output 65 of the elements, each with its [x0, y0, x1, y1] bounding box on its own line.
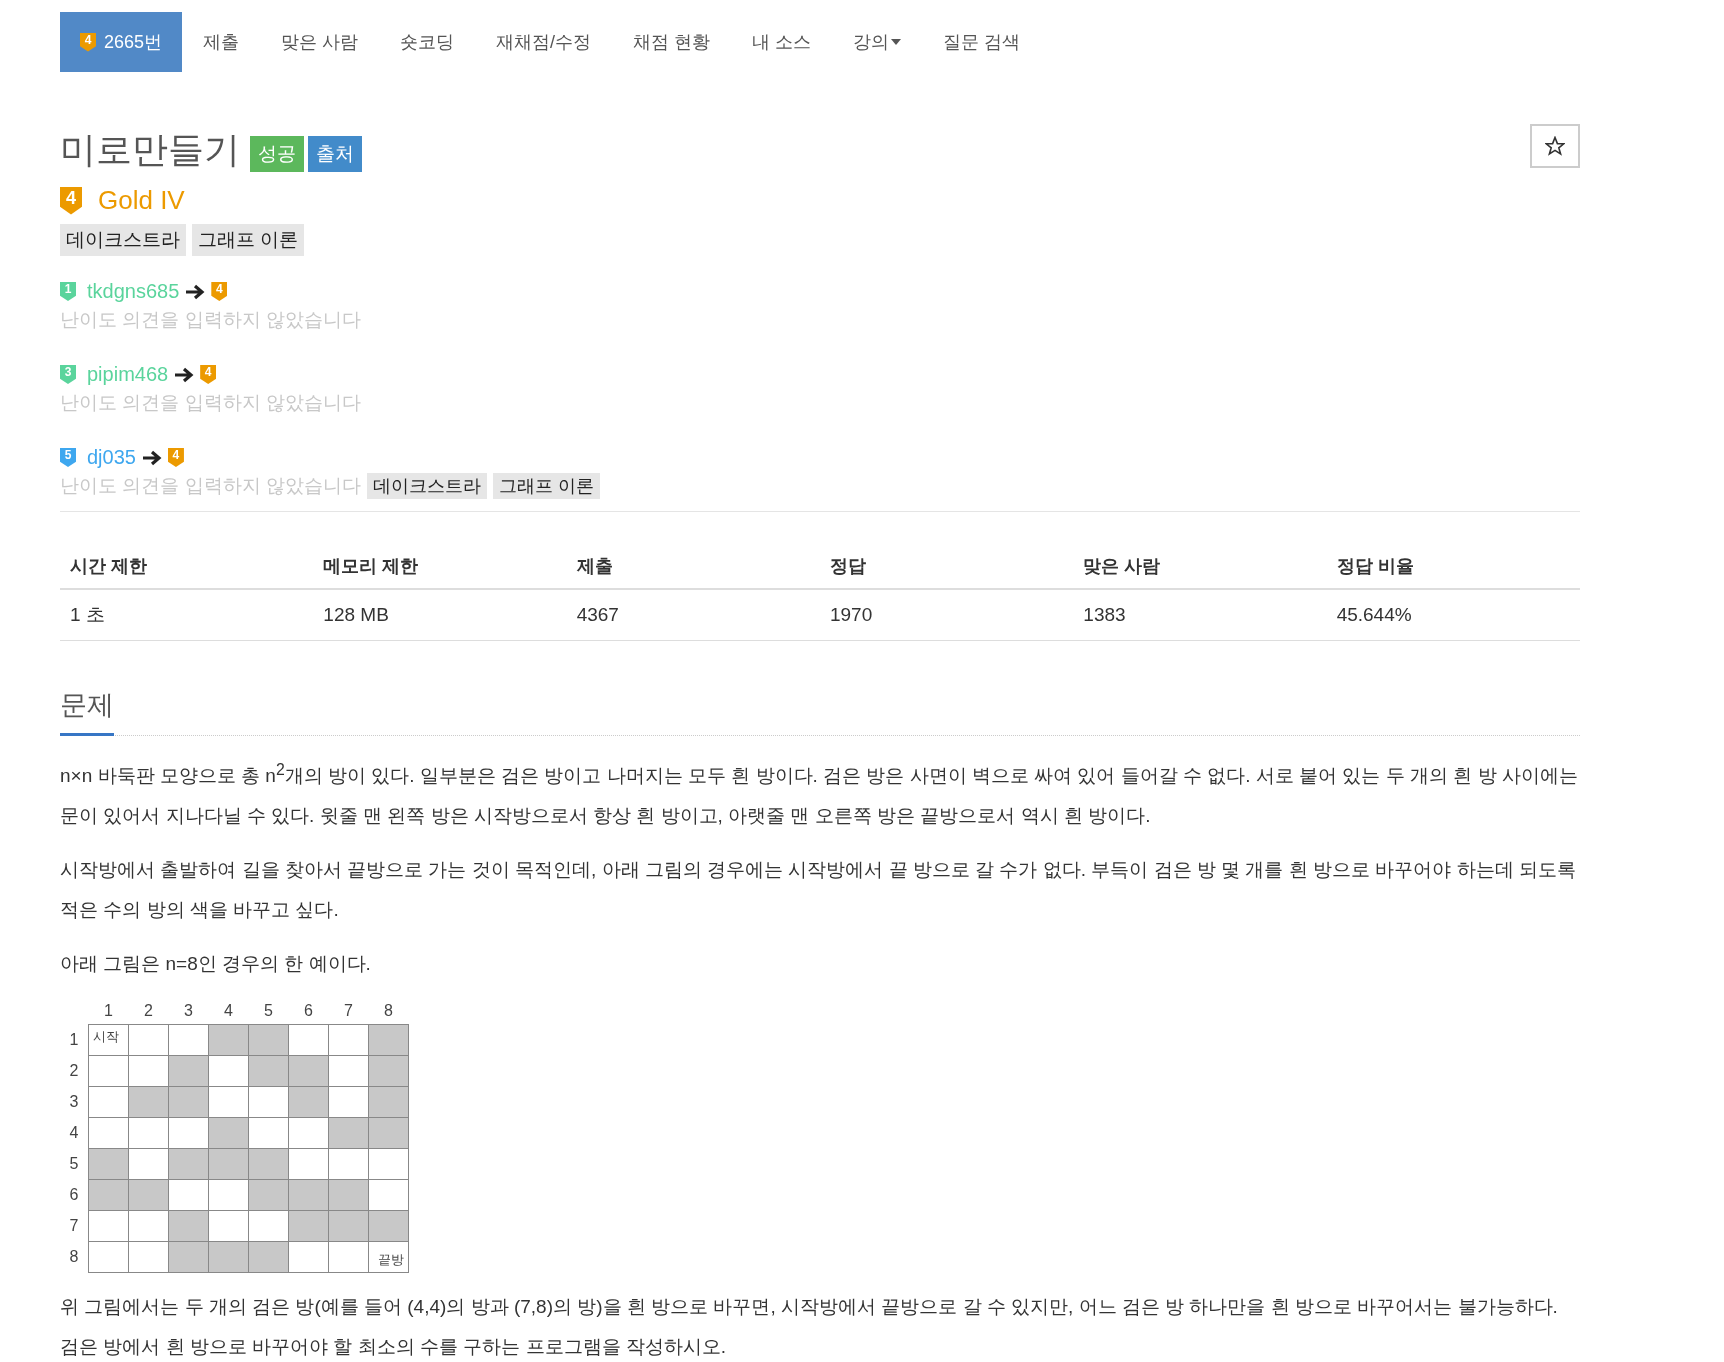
section-title: 문제	[60, 687, 114, 736]
table-cell: 128 MB	[313, 589, 567, 641]
nav-tab[interactable]: 강의	[832, 12, 923, 72]
arrow-icon	[141, 449, 162, 466]
nav-tab[interactable]: 제출	[182, 12, 261, 72]
nav-tab[interactable]: 채점 현황	[612, 12, 732, 72]
column-number: 5	[263, 1001, 274, 1022]
table-cell: 1970	[820, 589, 1074, 641]
nav-tab[interactable]: 숏코딩	[379, 12, 476, 72]
column-number: 1	[103, 1001, 114, 1022]
row-number: 5	[68, 1154, 80, 1175]
row-number: 1	[68, 1030, 80, 1051]
column-number: 3	[183, 1001, 194, 1022]
row-number: 7	[68, 1216, 80, 1237]
column-number: 6	[303, 1001, 314, 1022]
table-cell: 1 초	[60, 589, 314, 641]
algorithm-tag: 데이크스트라	[366, 473, 487, 499]
problem-title: 미로만들기	[60, 128, 240, 172]
column-header: 시간 제한	[60, 544, 314, 589]
row-number: 8	[68, 1247, 80, 1268]
column-header: 메모리 제한	[313, 544, 567, 589]
tier-badge: 5	[60, 448, 76, 467]
column-header: 맞은 사람	[1073, 544, 1327, 589]
row-number: 4	[68, 1123, 80, 1144]
problem-text: 아래 그림은 n=8인 경우의 한 예이다.	[60, 952, 372, 977]
column-header: 정답 비율	[1326, 544, 1580, 589]
cell-label: 끝방	[378, 1251, 404, 1270]
row-number: 6	[68, 1185, 80, 1206]
star-button[interactable]	[1530, 124, 1580, 168]
table-cell: 1383	[1073, 589, 1327, 641]
column-number: 8	[383, 1001, 394, 1022]
tier-badge: 1	[60, 282, 76, 301]
cell-label: 시작	[93, 1028, 119, 1047]
problem-text: 위 그림에서는 두 개의 검은 방(예를 들어 (4,4)의 방과 (7,8)의 방)을 흰 방으로 바꾸면, 시작방에서 끝방으로 갈 수 있지만, 어느 검은 방 하나만을 흰 방으로 바꾸어서는 불가능하다. 검은 방에서 흰 방으로 바꾸어야 할 최소의 수를 구하는 프로그램을 작성하시오.	[60, 1295, 1559, 1360]
algorithm-tag: 그래프 이론	[492, 473, 600, 499]
nav-tab[interactable]: 맞은 사람	[260, 12, 380, 72]
column-header: 제출	[566, 544, 820, 589]
nav-tab[interactable]: 내 소스	[731, 12, 833, 72]
nav-tab[interactable]: 질문 검색	[922, 12, 1042, 72]
tier-badge: 4	[200, 365, 217, 384]
star-icon	[1545, 136, 1565, 156]
tier-badge: 4	[60, 186, 82, 215]
nav-tab[interactable]: 재채점/수정	[475, 12, 613, 72]
column-header: 정답	[820, 544, 1074, 589]
tier-badge: 4	[211, 282, 228, 301]
algorithm-tag[interactable]: 그래프 이론	[192, 224, 305, 256]
problem-text: 시작방에서 출발하여 길을 찾아서 끝방으로 가는 것이 목적인데, 아래 그림의 경우에는 시작방에서 끝 방으로 갈 수가 없다. 부득이 검은 방 몇 개를 흰 방으로 바꾸어야 하는데 되도록 적은 수의 방의 색을 바꾸고 싶다.	[60, 858, 1577, 923]
tier-name: Gold IV	[98, 185, 185, 216]
row-number: 2	[68, 1061, 80, 1082]
tier-badge: 3	[60, 365, 76, 384]
nav-tab[interactable]: 4 2665번	[60, 12, 183, 72]
column-number: 2	[143, 1001, 154, 1022]
arrow-icon	[174, 366, 195, 383]
algorithm-tag[interactable]: 데이크스트라	[60, 224, 186, 256]
arrow-icon	[185, 283, 206, 300]
row-number: 3	[68, 1092, 80, 1113]
column-number: 7	[343, 1001, 354, 1022]
table-cell: 45.644%	[1326, 589, 1580, 641]
problem-text: n×n 바둑판 모양으로 총 n$^{2}$개의 방이 있다. 일부분은 검은 방이고 나머지는 모두 흰 방이다. 검은 방은 사면이 벽으로 싸여 있어 들어갈 수 없다. 서로 붙어 있는 두 개의 흰 방 사이에는 문이 있어서 지나다닐 수 있다. 윗줄 맨 왼쪽 방은 시작방으로서 항상 흰 방이고, 아랫줄 맨 오른쪽 방은 끝방으로서 역시 흰 방이다.	[60, 760, 1579, 829]
table-cell: 4367	[566, 589, 820, 641]
column-number: 4	[223, 1001, 234, 1022]
tier-badge: 4	[167, 448, 184, 467]
status-label: 성공	[250, 135, 304, 172]
tier-badge: 4	[80, 32, 96, 52]
status-label: 출처	[308, 135, 362, 172]
